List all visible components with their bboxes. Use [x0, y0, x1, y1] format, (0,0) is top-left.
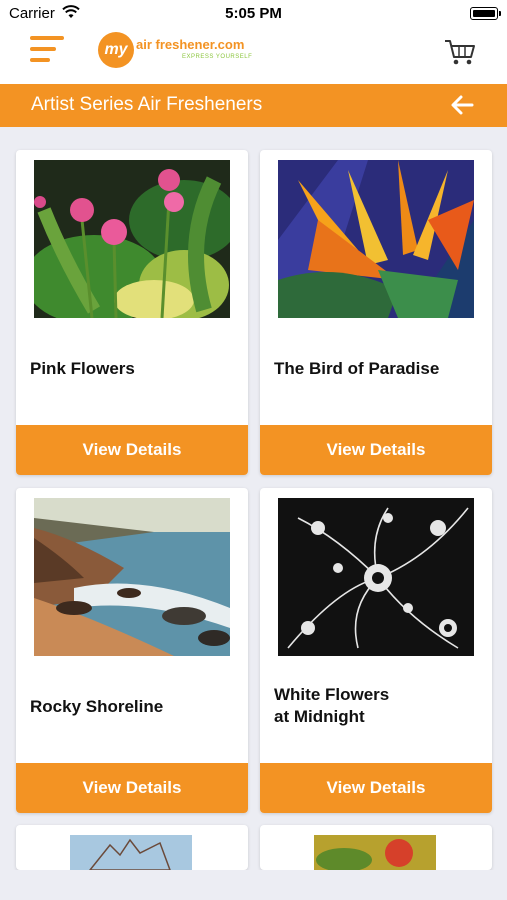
logo-tagline: EXPRESS YOURSELF — [182, 54, 253, 60]
app-header: my air freshener.com EXPRESS YOURSELF — [0, 28, 507, 84]
battery-icon — [470, 7, 501, 20]
page-title: Artist Series Air Fresheners — [31, 94, 263, 115]
menu-icon — [30, 36, 64, 40]
product-image-pink-flowers[interactable] — [34, 160, 230, 318]
logo: my air freshener.com EXPRESS YOURSELF — [98, 28, 258, 72]
bottom-spacer — [0, 870, 507, 900]
product-image-white-flowers-at-midnight[interactable] — [278, 498, 474, 656]
product-title: Pink Flowers — [30, 359, 135, 378]
product-card: White Flowers at Midnight View Details — [260, 488, 492, 813]
product-image[interactable] — [70, 835, 192, 870]
view-details-button[interactable]: View Details — [260, 425, 492, 475]
product-image-bird-of-paradise[interactable] — [278, 160, 474, 318]
product-title: Rocky Shoreline — [30, 697, 164, 716]
status-bar: Carrier 5:05 PM — [0, 0, 507, 28]
product-card — [16, 825, 248, 870]
product-card — [260, 825, 492, 870]
logo-name: air freshener.com — [136, 37, 245, 52]
product-card: Pink Flowers View Details — [16, 150, 248, 475]
logo-badge: my — [98, 32, 134, 68]
clock: 5:05 PM — [225, 5, 282, 22]
menu-button[interactable] — [30, 36, 66, 66]
view-details-button[interactable]: View Details — [16, 425, 248, 475]
product-card: Rocky Shoreline View Details — [16, 488, 248, 813]
cart-icon[interactable] — [444, 38, 476, 66]
product-title: The Bird of Paradise — [274, 359, 440, 378]
product-title: White Flowers at Midnight — [274, 685, 390, 726]
view-details-button[interactable]: View Details — [260, 763, 492, 813]
back-arrow-icon[interactable] — [450, 94, 474, 116]
product-card: The Bird of Paradise View Details — [260, 150, 492, 475]
product-image[interactable] — [314, 835, 436, 870]
section-title-bar: Artist Series Air Fresheners — [0, 84, 507, 127]
view-details-button[interactable]: View Details — [16, 763, 248, 813]
product-image-rocky-shoreline[interactable] — [34, 498, 230, 656]
